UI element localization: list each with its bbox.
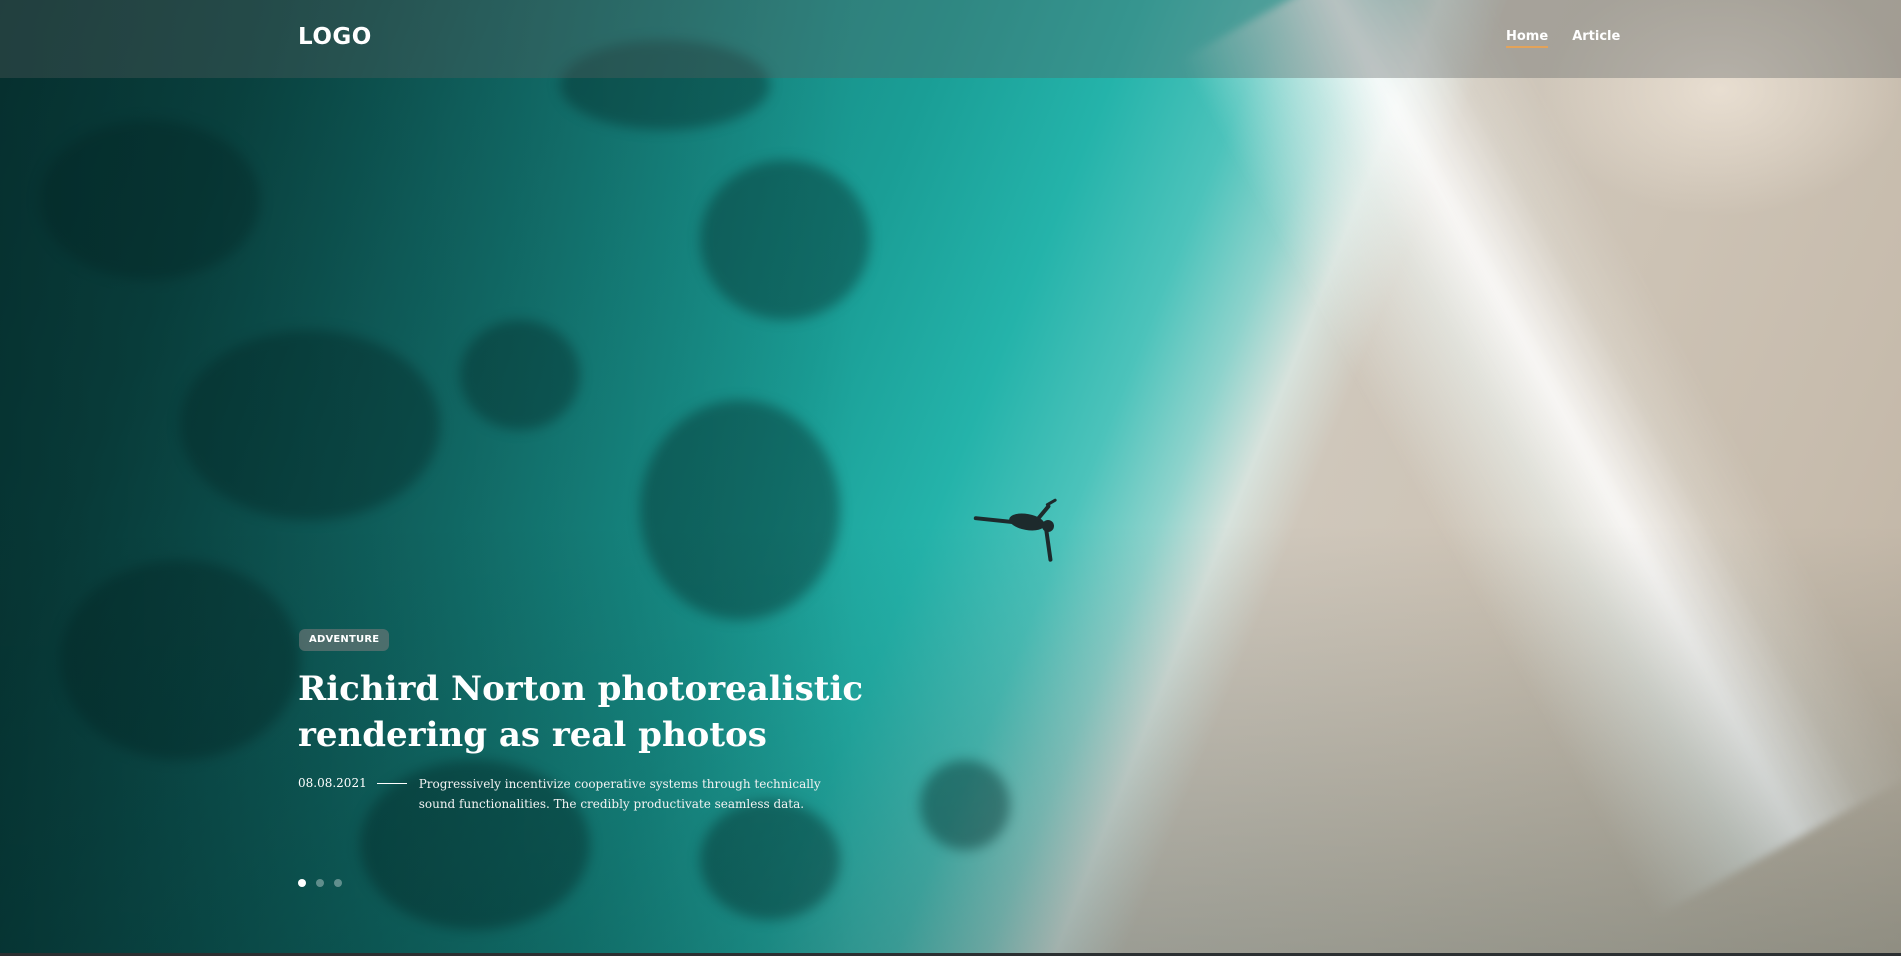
nav-home-link[interactable]: Home — [1506, 29, 1549, 48]
page: LOGO Home Article ADVENTURE Richird Nort… — [0, 0, 1901, 956]
slider-dot-1[interactable] — [298, 879, 306, 887]
main-nav: Home Article — [1506, 29, 1620, 48]
slider-dots — [298, 879, 342, 887]
hero-title-line-1: Richird Norton photorealistic — [298, 669, 864, 709]
post-meta: 08.08.2021 Progressively incentivize coo… — [298, 774, 839, 814]
nav-article-link[interactable]: Article — [1572, 29, 1620, 48]
post-date: 08.08.2021 — [298, 776, 367, 790]
category-badge[interactable]: ADVENTURE — [299, 629, 390, 651]
hero-bottom-shade — [0, 0, 1901, 953]
meta-divider — [376, 783, 407, 784]
site-header: LOGO Home Article — [0, 0, 1901, 78]
slider-dot-3[interactable] — [334, 879, 342, 887]
slider-dot-2[interactable] — [316, 879, 324, 887]
hero-title-line-2: rendering as real photos — [298, 715, 767, 755]
post-description: Progressively incentivize cooperative sy… — [418, 777, 821, 811]
hero-banner: LOGO Home Article ADVENTURE Richird Nort… — [0, 0, 1901, 953]
hero-title[interactable]: Richird Norton photorealistic rendering … — [298, 666, 918, 758]
logo[interactable]: LOGO — [298, 24, 372, 50]
